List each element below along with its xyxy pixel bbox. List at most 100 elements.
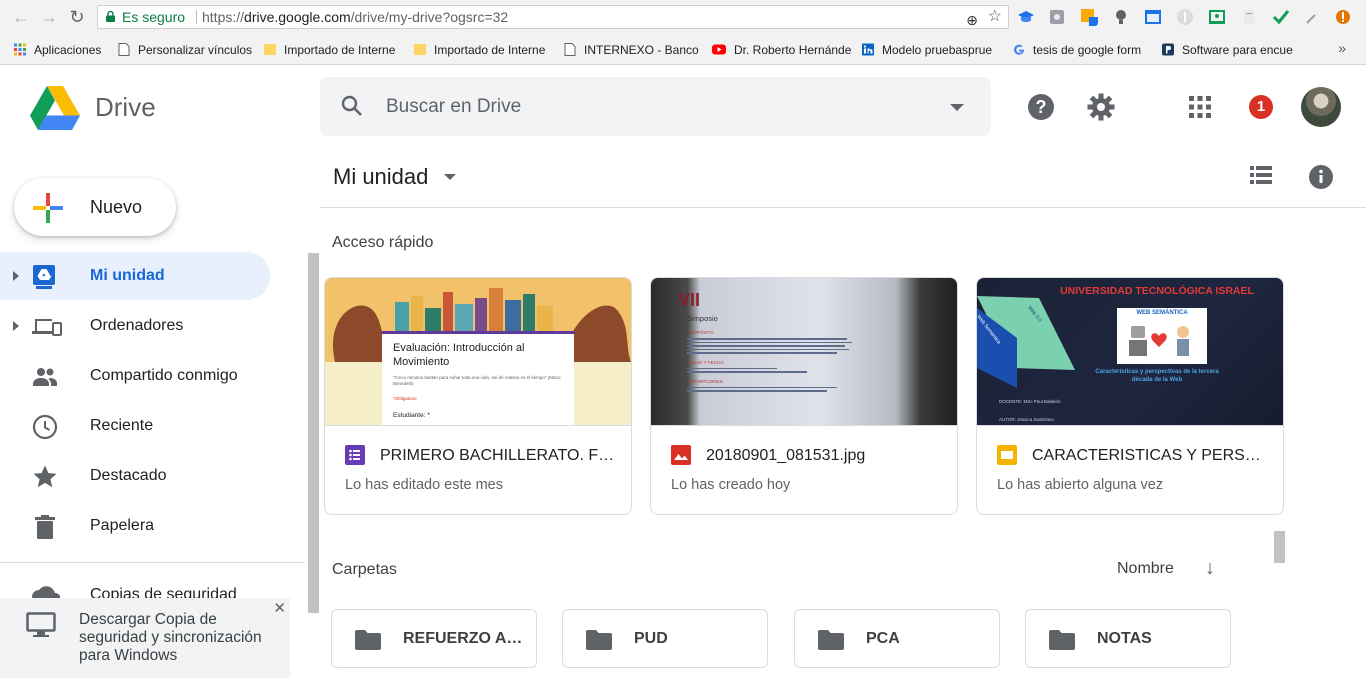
bookmark-label: INTERNEXO - Banco d [584,43,700,57]
sidebar-item-computers[interactable]: Ordenadores [0,302,270,350]
sidebar-item-shared-with-me[interactable]: Compartido conmigo [0,352,270,400]
sort-direction-arrow-icon[interactable]: ↓ [1205,557,1215,580]
chrome-menu-icon[interactable] [1334,8,1352,26]
folder-item[interactable]: PCA [794,609,1000,668]
quick-access-card[interactable]: Web Semántica Web 3.0 UNIVERSIDAD TECNOL… [976,277,1284,515]
settings-gear-icon[interactable] [1087,93,1115,121]
header-divider [320,207,1366,208]
notification-badge[interactable]: 1 [1249,95,1273,119]
folder-item[interactable]: NOTAS [1025,609,1231,668]
bookmark-label: Personalizar vínculos [138,43,253,57]
sidebar-item-starred[interactable]: Destacado [0,452,270,500]
sidebar-item-my-drive[interactable]: Mi unidad [0,252,270,300]
sidebar-divider [0,562,305,563]
expand-arrow-icon[interactable] [13,271,19,281]
back-button[interactable]: ← [10,6,32,28]
bookmark-item[interactable]: Modelo pruebasprue [862,42,1002,58]
folder-name: NOTAS [1097,630,1152,647]
extension-puzzle-icon[interactable] [1048,8,1066,26]
bookmark-item[interactable]: Importado de Interne [264,42,400,58]
search-icon[interactable] [340,94,364,118]
robot-heart-icon [1129,326,1189,356]
search-input[interactable] [386,93,926,121]
photo-thumbnail: VII Simposio PROPÓSITO LUGAR Y FECHA: IN… [651,278,957,426]
sidebar-item-label: Reciente [90,417,154,434]
address-bar[interactable]: Es seguro https://drive.google.com/drive… [97,5,1009,29]
quick-access-card[interactable]: VII Simposio PROPÓSITO LUGAR Y FECHA: IN… [650,277,958,515]
card-subtitle: Lo has abierto alguna vez [997,477,1164,493]
drive-logo-icon[interactable] [30,86,80,130]
url-host: drive.google.com [244,9,351,25]
form-preview: Evaluación: Introducción al Movimiento "… [382,331,574,425]
card-title: PRIMERO BACHILLERATO. FÍSICA [380,447,616,464]
bookmark-item[interactable]: Software para encue [1162,42,1300,58]
photo-logo: VII [678,290,701,310]
sidebar-item-trash[interactable]: Papelera [0,502,270,550]
forward-button[interactable]: → [38,6,60,28]
zoom-icon[interactable]: ⊕ [966,9,978,31]
main-scrollbar[interactable] [1274,531,1285,563]
extension-check-icon[interactable] [1272,8,1290,26]
folder-icon [586,630,612,650]
sort-by-name-button[interactable]: Nombre [1117,560,1174,578]
sidebar-item-recent[interactable]: Reciente [0,402,270,450]
my-drive-icon [33,265,55,289]
promo-text[interactable]: Descargar Copia de seguridad y sincroniz… [79,611,279,665]
folder-icon [1049,630,1075,650]
search-bar[interactable] [320,77,991,136]
bookmarks-overflow-button[interactable]: » [1338,40,1346,56]
slide-autor: AUTOR: Jessica Zambrano [999,417,1054,422]
bookmark-label: Software para encue [1182,43,1293,57]
bookmark-star-icon[interactable]: ☆ [988,6,1002,28]
bookmark-item[interactable]: Personalizar vínculos [118,42,256,58]
url-text: https://drive.google.com/drive/my-drive?… [202,6,508,28]
card-subtitle: Lo has editado este mes [345,477,503,493]
photo-label: LUGAR Y FECHA: [687,359,725,365]
extension-chart-icon[interactable] [1176,8,1194,26]
reload-button[interactable]: ↻ [66,6,88,28]
sidebar-item-label: Compartido conmigo [90,367,238,384]
help-icon[interactable]: ? [1027,93,1055,121]
page-icon [564,43,576,56]
extension-graduation-icon[interactable] [1017,8,1035,26]
new-button[interactable]: Nuevo [14,178,176,236]
bookmark-item[interactable]: tesis de google form [1013,42,1147,58]
photo-label: INSCRIPCIONES: [687,378,724,384]
extension-bulb-icon[interactable] [1112,8,1130,26]
search-options-dropdown-icon[interactable] [950,104,964,111]
page-title[interactable]: Mi unidad [333,164,428,190]
computers-icon [32,319,62,336]
chevron-down-icon[interactable] [444,174,456,180]
slide-banner-label: WEB SEMÁNTICA [1136,310,1188,316]
bookmark-label: Aplicaciones [34,43,102,57]
extension-classroom-icon[interactable] [1208,8,1226,26]
bookmark-item[interactable]: INTERNEXO - Banco d [564,42,700,58]
backup-promo: Descargar Copia de seguridad y sincroniz… [0,598,290,678]
extension-doc-icon[interactable] [1240,8,1258,26]
extension-notes-icon[interactable] [1080,8,1098,26]
star-icon [33,465,57,488]
quick-access-card[interactable]: Evaluación: Introducción al Movimiento "… [324,277,632,515]
bookmark-item[interactable]: Importado de Interne [414,42,550,58]
close-icon[interactable]: ✕ [273,599,286,617]
bookmark-label: Modelo pruebasprue [882,43,993,57]
bookmark-item[interactable]: Dr. Roberto Hernánde [712,42,852,58]
bookmark-item[interactable]: Aplicaciones [14,42,114,58]
apps-launcher-icon[interactable] [1189,96,1211,118]
extension-window-icon[interactable] [1144,8,1162,26]
people-icon [33,368,57,386]
account-avatar[interactable] [1301,87,1341,127]
folder-item[interactable]: REFUERZO ACADÉMICO [331,609,537,668]
extension-pen-icon[interactable] [1304,8,1322,26]
sidebar-item-label: Mi unidad [90,267,165,284]
expand-arrow-icon[interactable] [13,321,19,331]
sidebar-scrollbar[interactable] [308,253,319,613]
info-icon[interactable] [1308,164,1334,190]
form-preview-quote: "Cinco minutos bastan para soñar toda un… [393,375,561,386]
slides-thumbnail: Web Semántica Web 3.0 UNIVERSIDAD TECNOL… [977,278,1283,426]
slide-caption: Características y perspectivas de la ter… [1095,369,1219,383]
folder-item[interactable]: PUD [562,609,768,668]
list-view-icon[interactable] [1250,166,1272,184]
url-prefix: https:// [202,9,245,25]
lock-icon [106,11,115,22]
